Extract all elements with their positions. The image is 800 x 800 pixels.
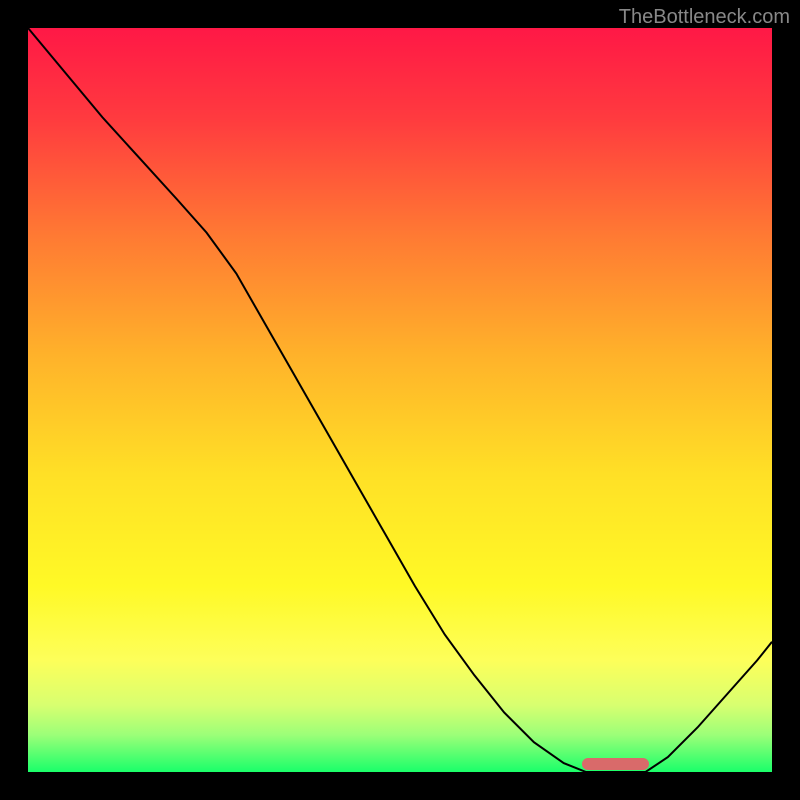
bottleneck-curve bbox=[28, 28, 772, 772]
optimal-range-marker bbox=[582, 758, 649, 770]
plot-area bbox=[28, 28, 772, 772]
watermark-text: TheBottleneck.com bbox=[619, 6, 790, 29]
chart-container: TheBottleneck.com bbox=[0, 0, 800, 800]
